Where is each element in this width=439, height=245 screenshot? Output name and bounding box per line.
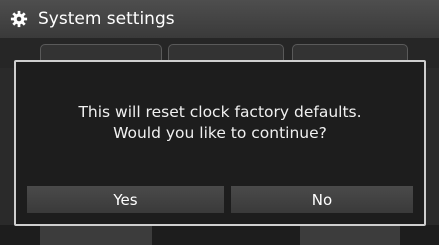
yes-button[interactable]: Yes (27, 186, 224, 213)
dialog-message: This will reset clock factory defaults. … (16, 102, 424, 144)
confirmation-dialog: This will reset clock factory defaults. … (14, 60, 426, 226)
gear-icon (10, 10, 28, 28)
no-button[interactable]: No (231, 186, 413, 213)
dialog-message-line-1: This will reset clock factory defaults. (78, 103, 362, 121)
background-left-button (40, 226, 152, 245)
title-bar: System settings (0, 0, 439, 38)
background-right-button (300, 226, 400, 245)
window-title: System settings (38, 9, 175, 29)
dialog-message-line-2: Would you like to continue? (113, 124, 327, 142)
